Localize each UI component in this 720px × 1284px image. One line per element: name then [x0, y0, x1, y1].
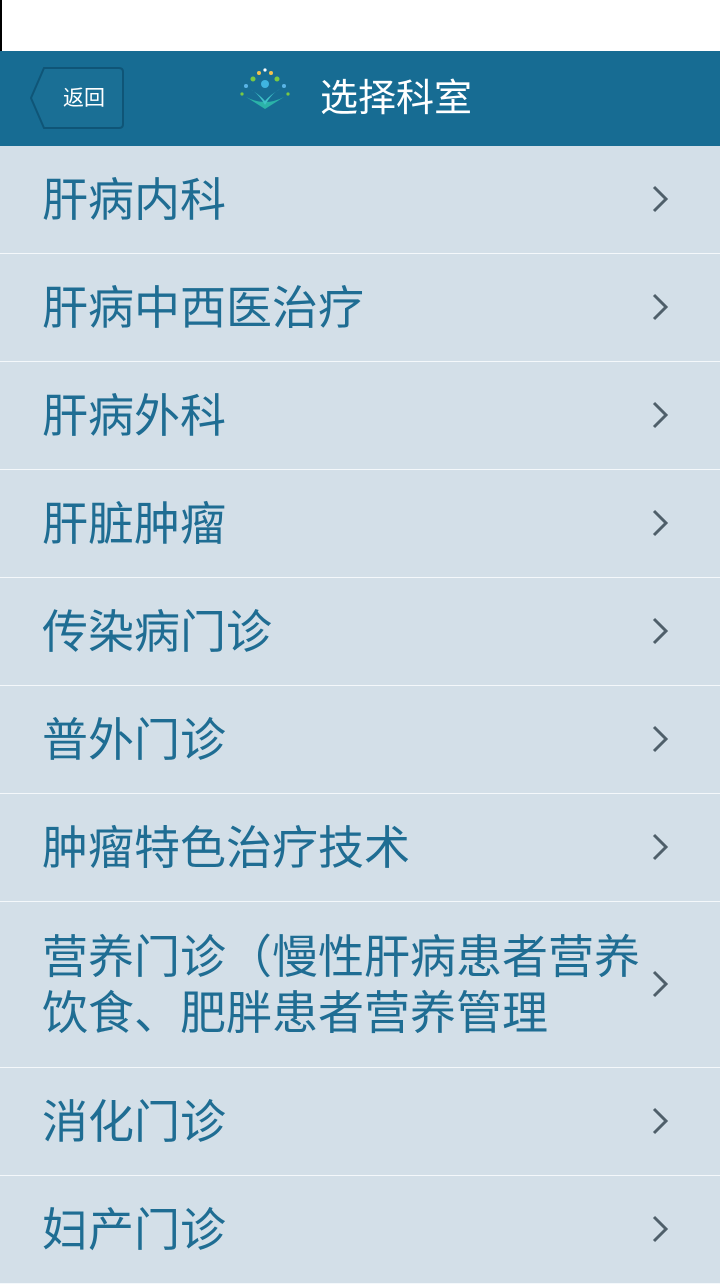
fountain-logo-icon [238, 67, 292, 113]
list-item-label: 肝病内科 [42, 172, 226, 227]
list-item[interactable]: 肝病外科 [0, 362, 720, 470]
list-item[interactable]: 普外门诊 [0, 686, 720, 794]
list-item-label: 肝病外科 [42, 388, 226, 443]
back-button-label: 返回 [63, 86, 105, 110]
list-item[interactable]: 营养门诊（慢性肝病患者营养饮食、肥胖患者营养管理 [0, 902, 720, 1068]
back-button[interactable]: 返回 [30, 67, 124, 129]
list-item[interactable]: 消化门诊 [0, 1068, 720, 1176]
list-item-label: 肝脏肿瘤 [42, 496, 226, 551]
list-item-label: 肝病中西医治疗 [42, 280, 364, 335]
department-list: 肝病内科 肝病中西医治疗 肝病外科 肝脏肿瘤 传染病门诊 普外门诊 肿瘤特色治疗… [0, 146, 720, 1284]
chevron-right-icon [652, 293, 669, 320]
chevron-right-icon [652, 617, 669, 644]
list-item[interactable]: 妇产门诊 [0, 1176, 720, 1284]
chevron-right-icon [652, 1215, 669, 1242]
list-item-label: 普外门诊 [42, 712, 226, 767]
chevron-right-icon [652, 833, 669, 860]
title-bar: 返回 选择科室 [0, 51, 720, 146]
list-item[interactable]: 肿瘤特色治疗技术 [0, 794, 720, 902]
chevron-right-icon [652, 401, 669, 428]
list-item-label: 肿瘤特色治疗技术 [42, 820, 410, 875]
chevron-right-icon [652, 725, 669, 752]
page-title: 选择科室 [320, 76, 473, 120]
list-item[interactable]: 肝脏肿瘤 [0, 470, 720, 578]
list-item[interactable]: 肝病内科 [0, 146, 720, 254]
list-item[interactable]: 肝病中西医治疗 [0, 254, 720, 362]
chevron-right-icon [652, 1107, 669, 1134]
chevron-right-icon [652, 185, 669, 212]
list-item-label: 妇产门诊 [42, 1202, 226, 1257]
list-item-label: 传染病门诊 [42, 604, 272, 659]
chevron-right-icon [652, 509, 669, 536]
chevron-right-icon [652, 970, 669, 997]
list-item-label: 营养门诊（慢性肝病患者营养饮食、肥胖患者营养管理 [42, 929, 640, 1040]
status-bar [0, 0, 720, 51]
list-item[interactable]: 传染病门诊 [0, 578, 720, 686]
list-item-label: 消化门诊 [42, 1094, 226, 1149]
